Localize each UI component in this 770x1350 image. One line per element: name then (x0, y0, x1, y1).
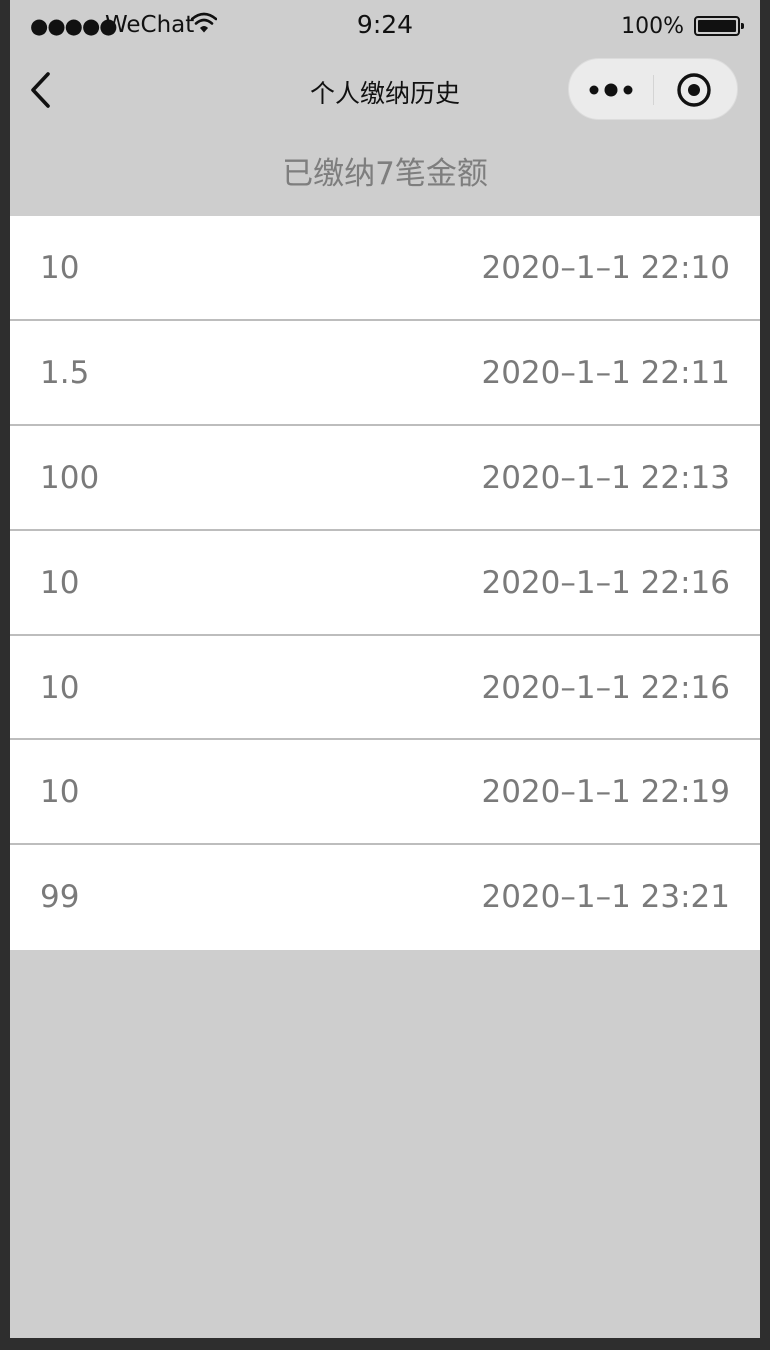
payment-time: 2020–1–1 22:16 (481, 564, 730, 601)
payment-amount: 10 (40, 774, 80, 811)
list-item[interactable]: 10 2020–1–1 22:16 (10, 531, 760, 636)
status-bar: ●●●●● WeChat 9:24 100% (10, 0, 760, 52)
payment-amount: 1.5 (40, 354, 90, 391)
payment-time: 2020–1–1 22:16 (481, 669, 730, 706)
battery-percent: 100% (621, 14, 684, 39)
payment-amount: 10 (40, 564, 80, 601)
list-item[interactable]: 10 2020–1–1 22:16 (10, 636, 760, 741)
close-target-icon (677, 73, 711, 107)
payment-time: 2020–1–1 22:19 (481, 774, 730, 811)
navigation-bar: 个人缴纳历史 (10, 52, 760, 128)
mini-program-capsule (568, 58, 738, 120)
payment-time: 2020–1–1 22:11 (481, 354, 730, 391)
close-button[interactable] (655, 59, 737, 119)
payment-time: 2020–1–1 22:13 (481, 459, 730, 496)
list-item[interactable]: 1.5 2020–1–1 22:11 (10, 321, 760, 426)
app-screen: ●●●●● WeChat 9:24 100% 个人缴纳历史 已缴纳7笔金额 10… (10, 0, 760, 1338)
payment-summary: 已缴纳7笔金额 (282, 156, 488, 192)
payment-time: 2020–1–1 23:21 (481, 879, 730, 916)
list-item[interactable]: 10 2020–1–1 22:19 (10, 740, 760, 846)
more-button[interactable] (569, 59, 653, 119)
payment-amount: 99 (40, 879, 80, 916)
list-item[interactable]: 99 2020–1–1 23:21 (10, 845, 760, 950)
list-item[interactable]: 100 2020–1–1 22:13 (10, 426, 760, 531)
payment-amount: 100 (40, 459, 100, 496)
payment-amount: 10 (40, 669, 80, 706)
battery-icon (694, 16, 744, 36)
list-item[interactable]: 10 2020–1–1 22:10 (10, 216, 760, 321)
payment-amount: 10 (40, 250, 80, 286)
payment-time: 2020–1–1 22:10 (481, 250, 730, 286)
payment-record-list: 10 2020–1–1 22:10 1.5 2020–1–1 22:11 100… (10, 216, 760, 951)
capsule-divider (653, 75, 654, 105)
more-dots-icon (589, 83, 633, 97)
